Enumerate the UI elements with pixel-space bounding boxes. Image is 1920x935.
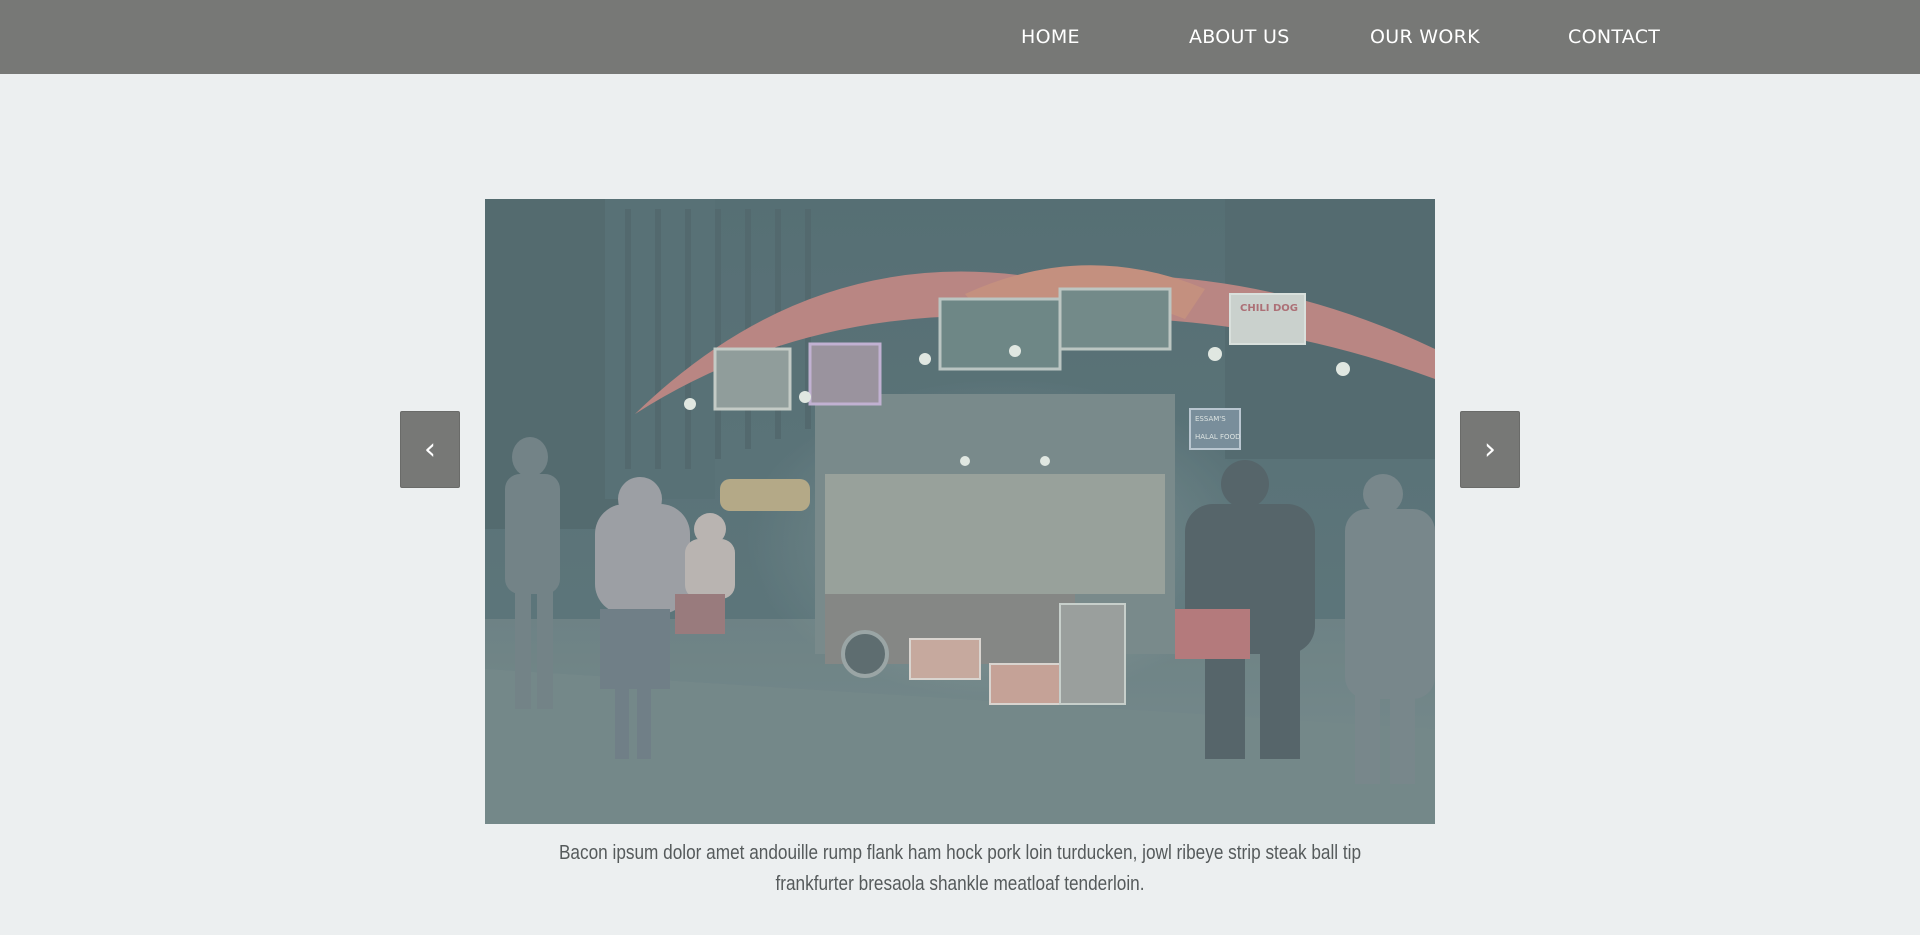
slider-prev-button[interactable]: ‹ [400, 411, 460, 488]
nav-contact-link[interactable]: CONTACT [1568, 26, 1660, 48]
sign-halal-food: HALAL FOOD [1195, 433, 1240, 441]
top-navbar: HOME ABOUT US OUR WORK CONTACT [0, 0, 1920, 74]
sign-essam: ESSAM'S [1195, 415, 1226, 423]
chevron-right-icon: › [1484, 432, 1496, 467]
sign-chili-dog: CHILI DOG [1240, 303, 1298, 314]
nav-home-link[interactable]: HOME [1021, 26, 1080, 48]
slider-next-button[interactable]: › [1460, 411, 1520, 488]
slider-frame: CHILI DOG ESSAM'S HALAL FOOD [485, 199, 1435, 824]
nav-about-us-link[interactable]: ABOUT US [1189, 26, 1290, 48]
slide-image-food-cart: CHILI DOG ESSAM'S HALAL FOOD [485, 199, 1435, 824]
nav-our-work-link[interactable]: OUR WORK [1370, 26, 1480, 48]
chevron-left-icon: ‹ [424, 432, 436, 467]
slide-caption: Bacon ipsum dolor amet andouille rump fl… [558, 842, 1362, 895]
